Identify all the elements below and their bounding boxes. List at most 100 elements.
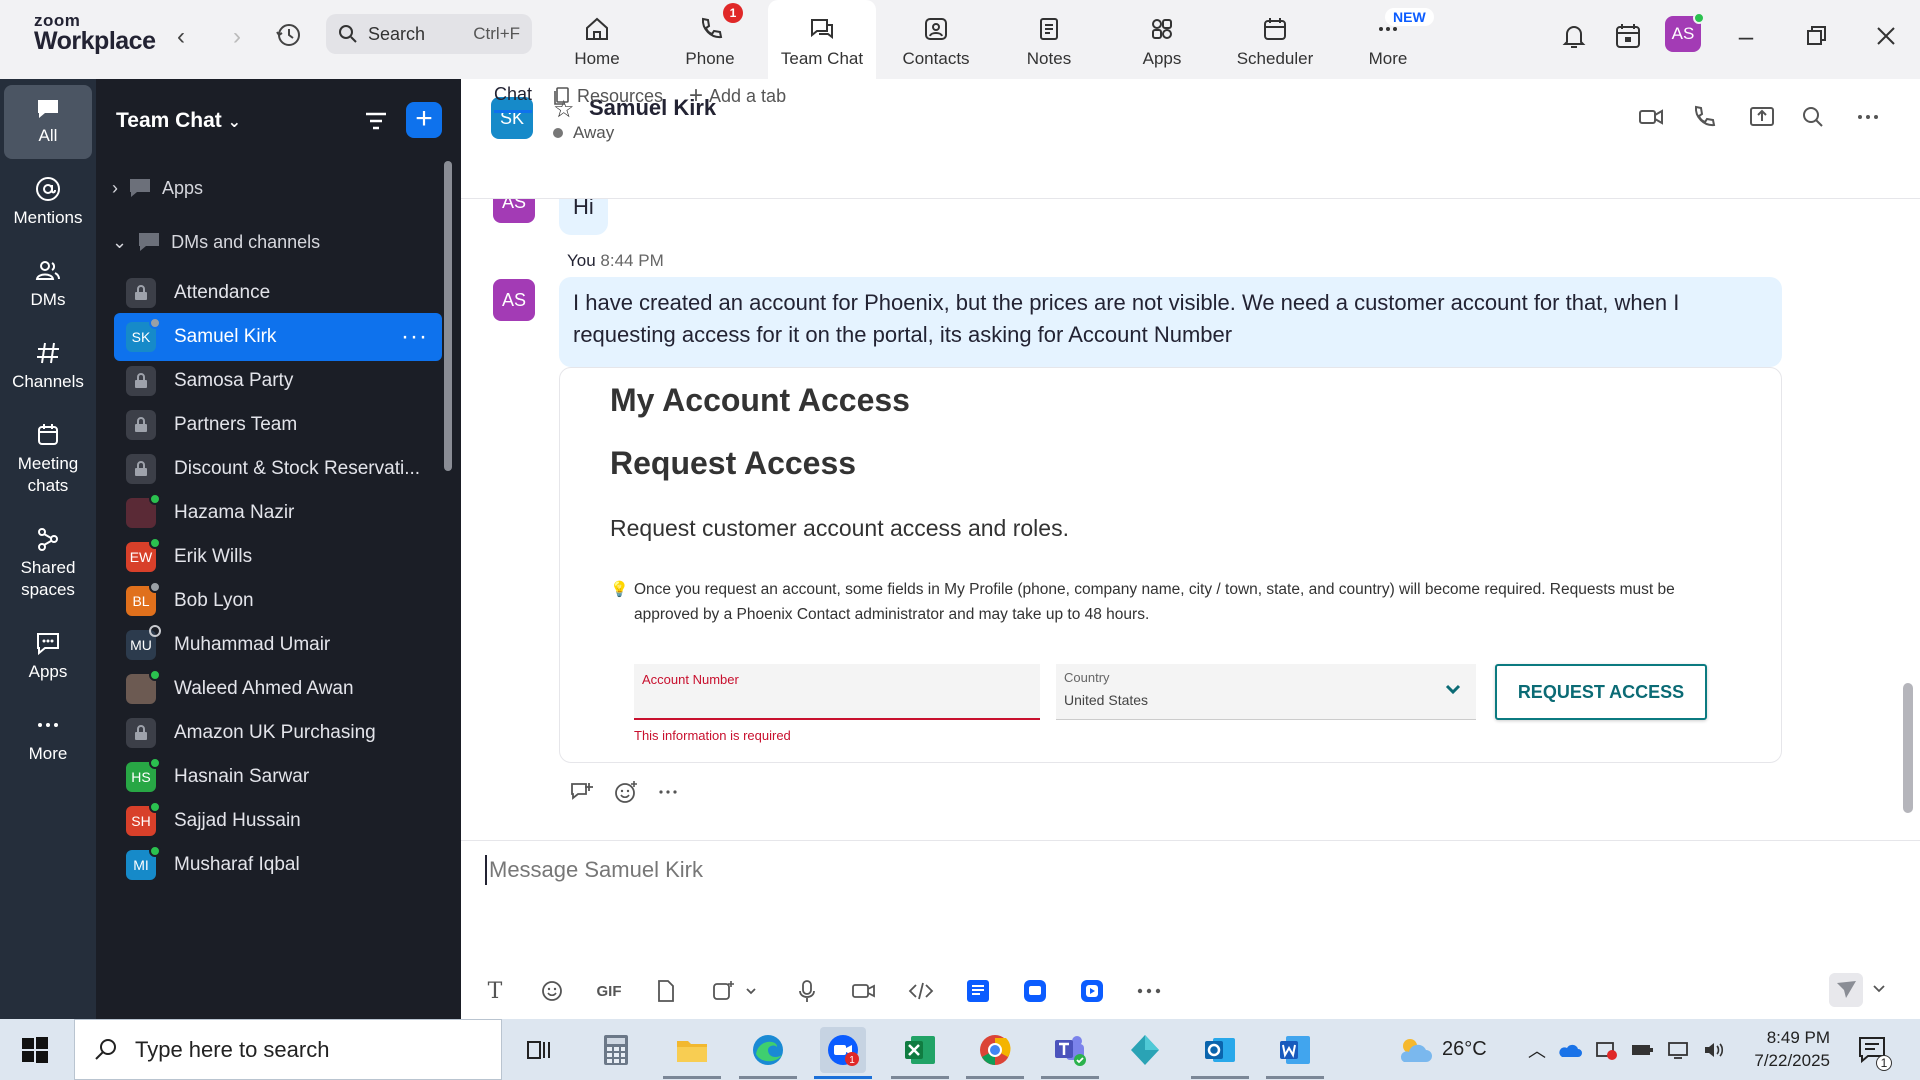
rail-shared-spaces[interactable]: Shared spaces <box>4 525 92 601</box>
add-reaction-icon[interactable] <box>613 779 639 805</box>
item-more-icon[interactable]: ··· <box>401 323 428 351</box>
sidebar-item[interactable]: Attendance <box>114 269 442 317</box>
message-more-icon[interactable] <box>657 781 679 803</box>
share-screen-icon[interactable] <box>1748 103 1776 131</box>
tab-chat[interactable]: Chat <box>494 79 533 113</box>
forward-icon[interactable]: › <box>222 22 252 52</box>
windows-start-icon[interactable] <box>20 1035 50 1065</box>
sidebar-item[interactable]: Samosa Party <box>114 357 442 405</box>
reply-icon[interactable] <box>569 780 595 804</box>
sidebar-item[interactable]: HS Hasnain Sarwar <box>114 753 442 801</box>
sidebar-item[interactable]: MU Muhammad Umair <box>114 621 442 669</box>
file-icon[interactable] <box>652 977 680 1005</box>
sidebar-item[interactable]: Amazon UK Purchasing <box>114 709 442 757</box>
more-options-icon[interactable] <box>1854 103 1882 131</box>
weather-widget[interactable]: 26°C <box>1396 1019 1487 1080</box>
rail-meeting-chats[interactable]: Meeting chats <box>4 421 92 497</box>
outlook-app-icon[interactable] <box>1191 1027 1249 1079</box>
tab-team-chat[interactable]: Team Chat <box>768 0 876 79</box>
file-explorer-icon[interactable] <box>663 1027 721 1079</box>
sidebar-item[interactable]: Discount & Stock Reservati... <box>114 445 442 493</box>
diamond-app-icon[interactable] <box>1122 1027 1168 1073</box>
security-icon[interactable] <box>1594 1038 1618 1062</box>
format-text-icon[interactable]: T <box>481 977 509 1005</box>
chevron-up-icon[interactable]: ︿ <box>1528 1037 1546 1063</box>
calculator-app-icon[interactable] <box>593 1027 639 1073</box>
rail-channels[interactable]: Channels <box>4 339 92 393</box>
zoom-app-icon[interactable]: 1 <box>814 1027 872 1079</box>
history-icon[interactable] <box>274 20 304 50</box>
rail-mentions[interactable]: Mentions <box>4 175 92 229</box>
tab-home[interactable]: Home <box>542 0 652 79</box>
tab-resources[interactable]: Resources <box>553 79 663 113</box>
code-snippet-icon[interactable] <box>907 977 935 1005</box>
sidebar-item[interactable]: BL Bob Lyon <box>114 577 442 625</box>
notification-center[interactable]: 1 <box>1856 1019 1892 1080</box>
battery-icon[interactable] <box>1630 1040 1654 1060</box>
emoji-icon[interactable] <box>538 977 566 1005</box>
filter-icon[interactable] <box>362 107 390 135</box>
rail-dms[interactable]: DMs <box>4 257 92 311</box>
prev-message-avatar[interactable]: AS <box>493 199 535 223</box>
sidebar-item[interactable]: SH Sajjad Hussain <box>114 797 442 845</box>
tab-contacts[interactable]: Contacts <box>881 0 991 79</box>
tab-notes[interactable]: Notes <box>994 0 1104 79</box>
back-icon[interactable]: ‹ <box>166 22 196 52</box>
sidebar-item[interactable]: Waleed Ahmed Awan <box>114 665 442 713</box>
rail-apps[interactable]: Apps <box>4 629 92 683</box>
user-avatar[interactable]: AS <box>1665 12 1705 52</box>
message-input[interactable]: Message Samuel Kirk <box>485 855 703 885</box>
message-bubble[interactable]: I have created an account for Phoenix, b… <box>559 277 1782 367</box>
image-attachment[interactable]: My Account Access Request Access Request… <box>559 367 1782 763</box>
more-tools-icon[interactable] <box>1135 977 1163 1005</box>
excel-app-icon[interactable] <box>891 1027 949 1079</box>
restore-icon[interactable] <box>1798 18 1834 54</box>
sidebar-item[interactable]: Partners Team <box>114 401 442 449</box>
onedrive-icon[interactable] <box>1558 1041 1582 1059</box>
chrome-browser-icon[interactable] <box>966 1027 1024 1079</box>
network-icon[interactable] <box>1666 1039 1690 1061</box>
global-search[interactable]: Search Ctrl+F <box>326 14 532 54</box>
tab-add[interactable]: + Add a tab <box>689 79 786 113</box>
bell-icon[interactable] <box>1558 20 1590 52</box>
phone-call-icon[interactable] <box>1689 103 1717 131</box>
message-avatar[interactable]: AS <box>493 279 535 321</box>
minimize-icon[interactable]: – <box>1728 18 1764 54</box>
messages-scrollbar[interactable] <box>1903 683 1913 813</box>
rail-all[interactable]: All <box>4 85 92 159</box>
prev-message-bubble[interactable]: Hi <box>559 199 608 235</box>
word-app-icon[interactable] <box>1266 1027 1324 1079</box>
calendar-today-icon[interactable] <box>1612 20 1644 52</box>
microphone-icon[interactable] <box>793 977 821 1005</box>
sidebar-item[interactable]: SK Samuel Kirk ··· <box>114 313 442 361</box>
volume-icon[interactable] <box>1702 1039 1726 1061</box>
tab-scheduler[interactable]: Scheduler <box>1220 0 1330 79</box>
search-chat-icon[interactable] <box>1799 103 1827 131</box>
taskbar-search[interactable]: Type here to search <box>74 1019 502 1080</box>
sidebar-item[interactable]: Hazama Nazir <box>114 489 442 537</box>
screenshot-icon[interactable] <box>709 977 737 1005</box>
sidebar-title[interactable]: Team Chat ⌄ <box>116 109 241 133</box>
new-chat-button[interactable]: + <box>406 102 442 138</box>
send-options-icon[interactable] <box>1871 981 1887 997</box>
system-clock[interactable]: 8:49 PM 7/22/2025 <box>1730 1027 1830 1073</box>
sidebar-scrollbar[interactable] <box>444 161 452 471</box>
section-dms[interactable]: ⌄ DMs and channels <box>112 231 320 253</box>
gif-button[interactable]: GIF <box>595 977 623 1005</box>
sidebar-item[interactable]: EW Erik Wills <box>114 533 442 581</box>
send-icon[interactable] <box>1829 973 1863 1007</box>
whiteboard-app-icon[interactable] <box>1021 977 1049 1005</box>
rail-more[interactable]: More <box>4 711 92 765</box>
sidebar-item[interactable]: MI Musharaf Iqbal <box>114 841 442 889</box>
teams-app-icon[interactable] <box>1041 1027 1099 1079</box>
screenshot-options-icon[interactable] <box>743 977 759 1005</box>
section-apps[interactable]: › Apps <box>112 177 203 199</box>
clips-app-icon[interactable] <box>1078 977 1106 1005</box>
video-icon[interactable] <box>1637 103 1665 131</box>
tab-apps[interactable]: Apps <box>1107 0 1217 79</box>
task-view-icon[interactable] <box>516 1027 562 1073</box>
docs-app-icon[interactable] <box>964 977 992 1005</box>
close-icon[interactable] <box>1868 18 1904 54</box>
tab-phone[interactable]: Phone 1 <box>655 0 765 79</box>
edge-browser-icon[interactable] <box>739 1027 797 1079</box>
